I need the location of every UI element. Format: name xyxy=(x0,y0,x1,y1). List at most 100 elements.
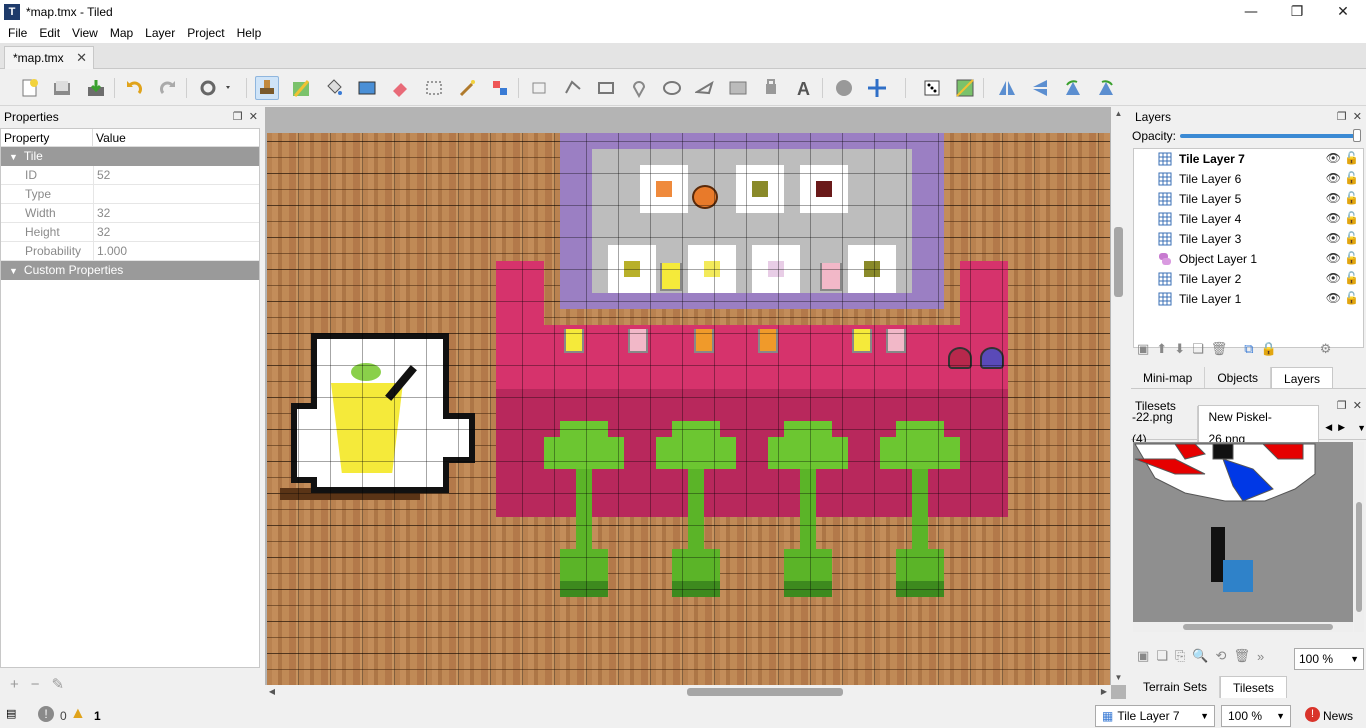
edit-tileset-icon[interactable]: 🔍 xyxy=(1192,648,1208,664)
magic-wand-icon[interactable] xyxy=(455,76,479,100)
tab-scroll-right-icon[interactable]: ▶ xyxy=(1338,422,1345,433)
close-tab-icon[interactable]: ✕ xyxy=(76,50,87,66)
remove-tileset-icon[interactable]: 🗑 xyxy=(1233,648,1250,664)
current-layer-select[interactable]: ▦ Tile Layer 7 ▼ xyxy=(1095,705,1215,727)
insert-tile-icon[interactable] xyxy=(726,76,750,100)
visibility-eye-icon[interactable]: 👁 xyxy=(1326,291,1341,305)
move-icon[interactable] xyxy=(865,76,889,100)
float-dock-icon[interactable]: ❐ xyxy=(233,110,243,123)
terrain-brush-icon[interactable] xyxy=(289,76,313,100)
custom-properties-group-header[interactable]: ▼ Custom Properties xyxy=(1,261,259,280)
unlock-icon[interactable]: 🔓 xyxy=(1344,191,1359,205)
property-row-probability[interactable]: Probability 1.000 xyxy=(1,242,259,261)
eraser-icon[interactable] xyxy=(388,76,412,100)
tile-map-canvas[interactable] xyxy=(267,133,1110,685)
news-icon[interactable]: ! xyxy=(1305,707,1320,722)
visibility-eye-icon[interactable]: 👁 xyxy=(1326,171,1341,185)
layer-row[interactable]: Tile Layer 1 👁 🔓 xyxy=(1134,289,1363,309)
menu-help[interactable]: Help xyxy=(231,26,268,40)
duplicate-layer-icon[interactable]: ❏ xyxy=(1192,341,1204,357)
horizontal-scrollbar[interactable]: ◀ ▶ xyxy=(265,685,1111,699)
horizontal-scroll-thumb[interactable] xyxy=(687,688,843,696)
close-button[interactable]: ✕ xyxy=(1320,0,1366,23)
insert-ellipse-icon[interactable] xyxy=(660,76,684,100)
menu-file[interactable]: File xyxy=(2,26,33,40)
visibility-eye-icon[interactable]: 👁 xyxy=(1326,231,1341,245)
new-tileset-icon[interactable]: ▣ xyxy=(1137,648,1149,664)
tab-terrain-sets[interactable]: Terrain Sets xyxy=(1131,676,1221,698)
menu-edit[interactable]: Edit xyxy=(33,26,66,40)
scroll-right-icon[interactable]: ▶ xyxy=(1097,685,1111,699)
unlock-icon[interactable]: 🔓 xyxy=(1344,271,1359,285)
layer-row[interactable]: Tile Layer 4 👁 🔓 xyxy=(1134,209,1363,229)
lock-layer-icon[interactable]: 🔒 xyxy=(1261,341,1277,357)
delete-layer-icon[interactable]: 🗑 xyxy=(1211,341,1228,357)
scroll-up-icon[interactable]: ▲ xyxy=(1111,107,1126,121)
tab-mini-map[interactable]: Mini-map xyxy=(1131,367,1206,388)
visibility-eye-icon[interactable]: 👁 xyxy=(1326,271,1341,285)
property-row-width[interactable]: Width 32 xyxy=(1,204,259,223)
tile-group-header[interactable]: ▼ Tile xyxy=(1,147,259,166)
visibility-eye-icon[interactable]: 👁 xyxy=(1326,191,1341,205)
layer-row[interactable]: Tile Layer 3 👁 🔓 xyxy=(1134,229,1363,249)
opacity-slider-handle[interactable] xyxy=(1353,129,1361,142)
property-row-height[interactable]: Height 32 xyxy=(1,223,259,242)
visibility-eye-icon[interactable]: 👁 xyxy=(1326,211,1341,225)
unlock-icon[interactable]: 🔓 xyxy=(1344,211,1359,225)
dynamic-wrapping-icon[interactable]: ⟲ xyxy=(1216,648,1227,664)
save-icon[interactable] xyxy=(84,76,108,100)
tab-objects[interactable]: Objects xyxy=(1205,367,1272,388)
menu-layer[interactable]: Layer xyxy=(139,26,181,40)
float-dock-icon[interactable]: ❐ xyxy=(1337,110,1347,123)
tileset-v-scrollbar[interactable] xyxy=(1354,442,1364,632)
minimize-button[interactable]: — xyxy=(1228,0,1274,23)
property-row-id[interactable]: ID 52 xyxy=(1,166,259,185)
maximize-button[interactable]: ❐ xyxy=(1274,0,1320,23)
edit-polygons-icon[interactable] xyxy=(561,76,585,100)
property-column-header[interactable]: Property xyxy=(1,129,93,146)
unlock-icon[interactable]: 🔓 xyxy=(1344,291,1359,305)
new-map-icon[interactable] xyxy=(18,76,42,100)
layer-row[interactable]: Tile Layer 7 👁 🔓 xyxy=(1134,149,1363,169)
property-value[interactable] xyxy=(93,185,97,203)
bucket-fill-icon[interactable] xyxy=(322,76,346,100)
layer-row[interactable]: Tile Layer 2 👁 🔓 xyxy=(1134,269,1363,289)
value-column-header[interactable]: Value xyxy=(93,129,126,146)
tab-tilesets[interactable]: Tilesets xyxy=(1220,676,1287,698)
tab-scroll-left-icon[interactable]: ◀ xyxy=(1325,422,1332,433)
scroll-left-icon[interactable]: ◀ xyxy=(265,685,279,699)
add-property-icon[interactable]: + xyxy=(10,676,19,693)
rotate-left-icon[interactable] xyxy=(1061,76,1085,100)
document-tab[interactable]: *map.tmx ✕ xyxy=(4,46,94,69)
menu-project[interactable]: Project xyxy=(181,26,230,40)
stamp-brush-icon[interactable] xyxy=(255,76,279,100)
tileset-menu-icon[interactable]: ▼ xyxy=(1357,423,1366,433)
rotate-right-icon[interactable] xyxy=(1094,76,1118,100)
unlock-icon[interactable]: 🔓 xyxy=(1344,171,1359,185)
embed-tileset-icon[interactable]: ❏ xyxy=(1156,648,1168,664)
vertical-scrollbar[interactable]: ▲ ▼ xyxy=(1111,107,1126,685)
scroll-down-icon[interactable]: ▼ xyxy=(1111,671,1126,685)
new-layer-icon[interactable]: ▣ xyxy=(1137,341,1149,357)
visibility-eye-icon[interactable]: 👁 xyxy=(1326,151,1341,165)
warning-icon[interactable]: ▲ xyxy=(70,705,86,723)
export-tileset-icon[interactable]: ⎘ xyxy=(1175,648,1185,664)
unlock-icon[interactable]: 🔓 xyxy=(1344,151,1359,165)
lower-layer-icon[interactable]: ⬇ xyxy=(1174,341,1185,357)
layer-row[interactable]: Tile Layer 6 👁 🔓 xyxy=(1134,169,1363,189)
close-dock-icon[interactable]: ✕ xyxy=(1353,399,1362,412)
rename-property-icon[interactable]: ✎ xyxy=(52,675,65,693)
more-icon[interactable]: » xyxy=(1257,649,1264,664)
layer-options-icon[interactable]: ⚙ xyxy=(1320,341,1332,357)
visibility-eye-icon[interactable]: 👁 xyxy=(1326,251,1341,265)
insert-point-icon[interactable] xyxy=(627,76,651,100)
select-same-tile-icon[interactable] xyxy=(488,76,512,100)
map-editor-view[interactable]: ▲ ▼ ◀ ▶ xyxy=(265,107,1126,699)
insert-rectangle-icon[interactable] xyxy=(594,76,618,100)
layer-row[interactable]: Object Layer 1 👁 🔓 xyxy=(1134,249,1363,269)
wang-fill-icon[interactable] xyxy=(953,76,977,100)
commands-icon[interactable] xyxy=(196,76,236,100)
shape-fill-icon[interactable] xyxy=(355,76,379,100)
news-link[interactable]: News xyxy=(1323,709,1353,723)
unlock-icon[interactable]: 🔓 xyxy=(1344,251,1359,265)
